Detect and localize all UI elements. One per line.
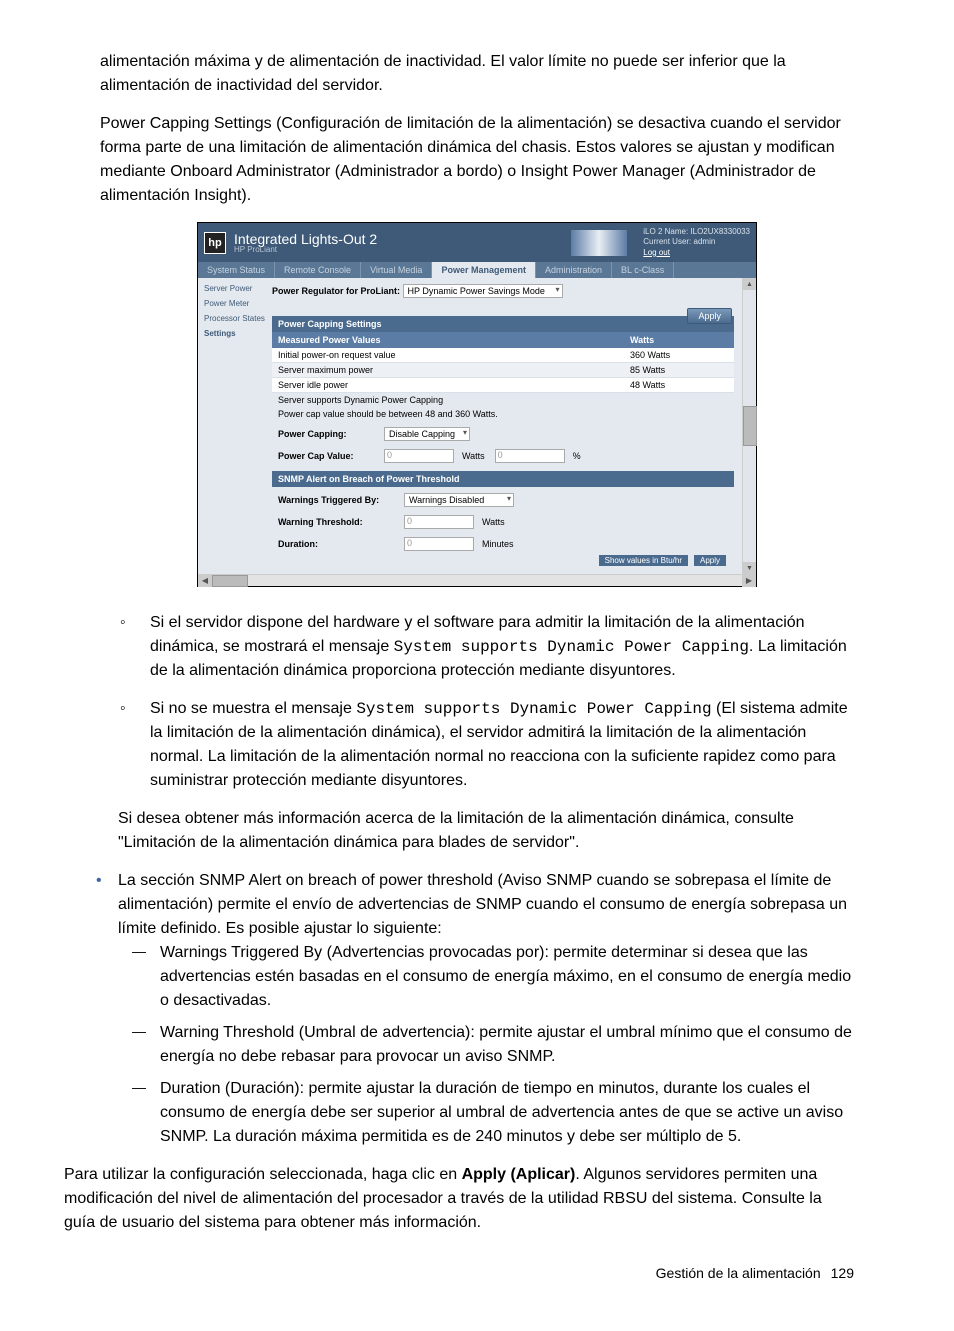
dash-list: Warnings Triggered By (Advertencias prov… [118,941,854,1149]
measured-table-head: Measured Power Values Watts [272,332,734,348]
power-cap-value-label: Power Cap Value: [278,451,378,461]
footer-section: Gestión de la alimentación [656,1265,821,1281]
page-footer: Gestión de la alimentación 129 [100,1265,854,1281]
table-row: Server idle power 48 Watts [272,378,734,393]
section-snmp-alert: SNMP Alert on Breach of Power Threshold [272,471,734,487]
regulator-label: Power Regulator for ProLiant: [272,286,400,296]
text: Para utilizar la configuración seleccion… [64,1166,462,1183]
code-text: System supports Dynamic Power Capping [356,700,711,718]
paragraph: Power Capping Settings (Configuración de… [100,112,854,208]
warnings-triggered-select[interactable]: Warnings Disabled [404,493,514,507]
horizontal-scrollbar[interactable]: ◀ ▶ [198,574,756,586]
list-item: Duration (Duración): permite ajustar la … [160,1077,854,1149]
watts-unit: Watts [482,517,505,527]
ilo-name: iLO 2 Name: ILO2UX8330033 [643,227,750,237]
tab-remote-console[interactable]: Remote Console [275,262,361,278]
tab-virtual-media[interactable]: Virtual Media [361,262,432,278]
power-capping-select[interactable]: Disable Capping [384,427,470,441]
sidebar-server-power[interactable]: Server Power [204,284,266,293]
table-row: Server maximum power 85 Watts [272,363,734,378]
table-row: Initial power-on request value 360 Watts [272,348,734,363]
power-cap-pct-input[interactable]: 0 [495,449,565,463]
paragraph: Para utilizar la configuración seleccion… [64,1163,854,1235]
col-watts: Watts [624,332,734,348]
scroll-thumb[interactable] [212,575,248,587]
circle-list: Si el servidor dispone del hardware y el… [100,611,854,793]
toggle-units-button[interactable]: Show values in Btu/hr [599,555,688,566]
note-cap-range: Power cap value should be between 48 and… [272,407,734,421]
apply-button-bottom[interactable]: Apply [694,555,726,566]
minutes-unit: Minutes [482,539,514,549]
text: Si no se muestra el mensaje [150,700,356,717]
scroll-down-icon[interactable]: ▼ [743,562,756,574]
warning-threshold-label: Warning Threshold: [278,517,398,527]
current-user: Current User: admin [643,237,750,247]
power-cap-watts-input[interactable]: 0 [384,449,454,463]
watts-unit: Watts [462,451,485,461]
scroll-right-icon[interactable]: ▶ [742,575,756,587]
scroll-left-icon[interactable]: ◀ [198,575,212,587]
top-tabs: System Status Remote Console Virtual Med… [198,262,756,278]
section-power-capping-settings: Power Capping Settings [272,316,734,332]
sidebar-power-meter[interactable]: Power Meter [204,299,266,308]
warnings-triggered-label: Warnings Triggered By: [278,495,398,505]
duration-label: Duration: [278,539,398,549]
cell-value: 85 Watts [624,363,734,377]
apply-button-top[interactable]: Apply [687,308,732,324]
bold-text: Apply (Aplicar) [462,1166,576,1183]
warning-threshold-input[interactable]: 0 [404,515,474,529]
hp-logo-icon: hp [204,232,226,254]
tab-administration[interactable]: Administration [536,262,612,278]
sidebar-processor-states[interactable]: Processor States [204,314,266,323]
scroll-up-icon[interactable]: ▲ [743,278,756,290]
app-title: Integrated Lights-Out 2 [234,232,377,246]
code-text: System supports Dynamic Power Capping [394,638,749,656]
header-banner-image [571,230,627,256]
power-capping-label: Power Capping: [278,429,378,439]
list-item: Warnings Triggered By (Advertencias prov… [160,941,854,1013]
bullet-list: La sección SNMP Alert on breach of power… [100,869,854,1149]
main-panel: Power Regulator for ProLiant: HP Dynamic… [268,278,742,574]
vertical-scrollbar[interactable]: ▲ ▼ [742,278,756,574]
tab-bl-c-class[interactable]: BL c-Class [612,262,674,278]
logout-link[interactable]: Log out [643,248,670,257]
list-item: Warning Threshold (Umbral de advertencia… [160,1021,854,1069]
list-item: La sección SNMP Alert on breach of power… [118,869,854,1149]
note-dynamic-capping: Server supports Dynamic Power Capping [272,393,734,407]
scroll-thumb[interactable] [743,406,757,446]
ilo-window-header: hp Integrated Lights-Out 2 HP ProLiant i… [198,223,756,262]
footer-page-number: 129 [831,1265,854,1281]
regulator-select[interactable]: HP Dynamic Power Savings Mode [403,284,563,298]
paragraph: alimentación máxima y de alimentación de… [100,50,854,98]
duration-input[interactable]: 0 [404,537,474,551]
ilo-screenshot: hp Integrated Lights-Out 2 HP ProLiant i… [197,222,757,587]
list-item: Si no se muestra el mensaje System suppo… [150,697,854,793]
sidebar: Server Power Power Meter Processor State… [198,278,268,574]
cell-label: Server maximum power [272,363,624,377]
text: La sección SNMP Alert on breach of power… [118,872,847,937]
tab-power-management[interactable]: Power Management [432,262,536,278]
cell-value: 360 Watts [624,348,734,362]
col-measured-values: Measured Power Values [272,332,624,348]
header-user-info: iLO 2 Name: ILO2UX8330033 Current User: … [643,227,750,258]
cell-label: Initial power-on request value [272,348,624,362]
percent-unit: % [573,451,581,461]
tab-system-status[interactable]: System Status [198,262,275,278]
cell-value: 48 Watts [624,378,734,392]
sidebar-settings[interactable]: Settings [204,329,266,338]
app-subtitle: HP ProLiant [234,246,377,254]
paragraph: Si desea obtener más información acerca … [100,807,854,855]
cell-label: Server idle power [272,378,624,392]
list-item: Si el servidor dispone del hardware y el… [150,611,854,683]
